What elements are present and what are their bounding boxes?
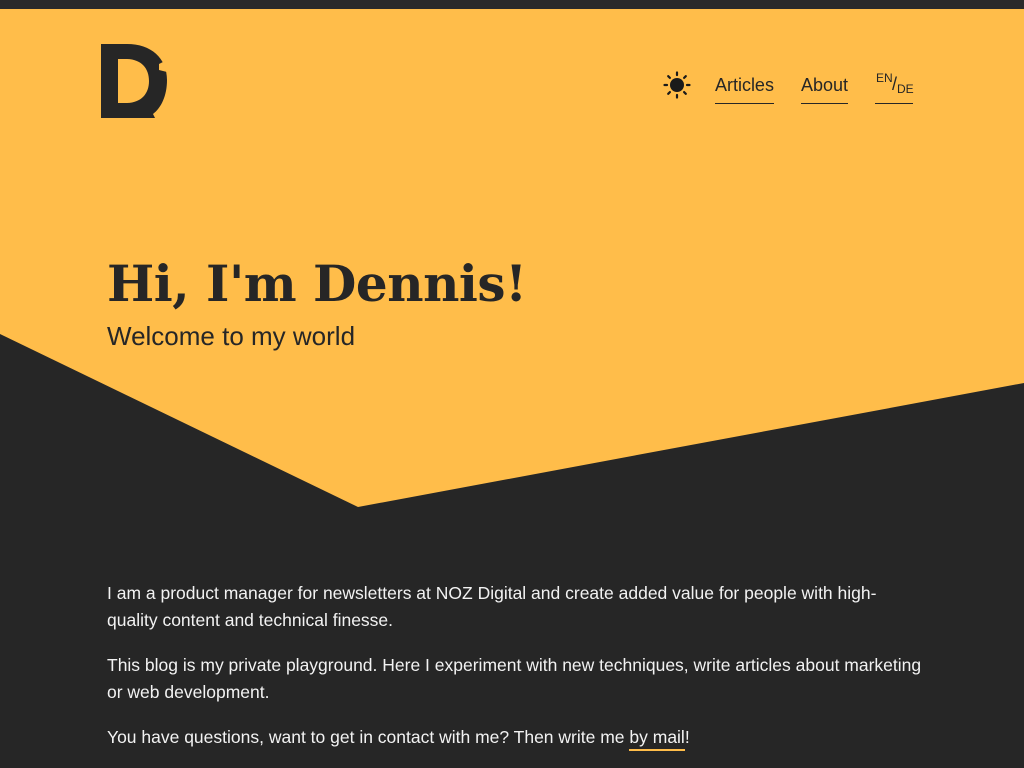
intro-content: I am a product manager for newsletters a… xyxy=(107,580,922,768)
main-nav: Articles About EN / DE xyxy=(663,71,914,104)
page: Articles About EN / DE Hi, I'm Dennis! W… xyxy=(0,0,1024,768)
contact-text: You have questions, want to get in conta… xyxy=(107,727,630,747)
intro-paragraph-1: I am a product manager for newsletters a… xyxy=(107,583,877,630)
letter-d-logo[interactable] xyxy=(101,44,167,118)
contact-text-end: ! xyxy=(684,727,690,747)
language-other: DE xyxy=(897,82,914,96)
hero-title: Hi, I'm Dennis! xyxy=(107,254,527,313)
sun-icon[interactable] xyxy=(663,71,691,99)
language-current: EN xyxy=(876,71,893,85)
mail-link[interactable]: by mail xyxy=(629,727,685,751)
nav-articles-link[interactable]: Articles xyxy=(714,72,774,104)
top-strip xyxy=(0,0,1024,9)
nav-about-link[interactable]: About xyxy=(800,72,848,104)
intro-paragraph-3: You have questions, want to get in conta… xyxy=(107,724,922,751)
hero-subtitle: Welcome to my world xyxy=(107,321,356,351)
intro-paragraph-2: This blog is my private playground. Here… xyxy=(107,655,922,702)
language-switcher[interactable]: EN / DE xyxy=(875,71,914,104)
